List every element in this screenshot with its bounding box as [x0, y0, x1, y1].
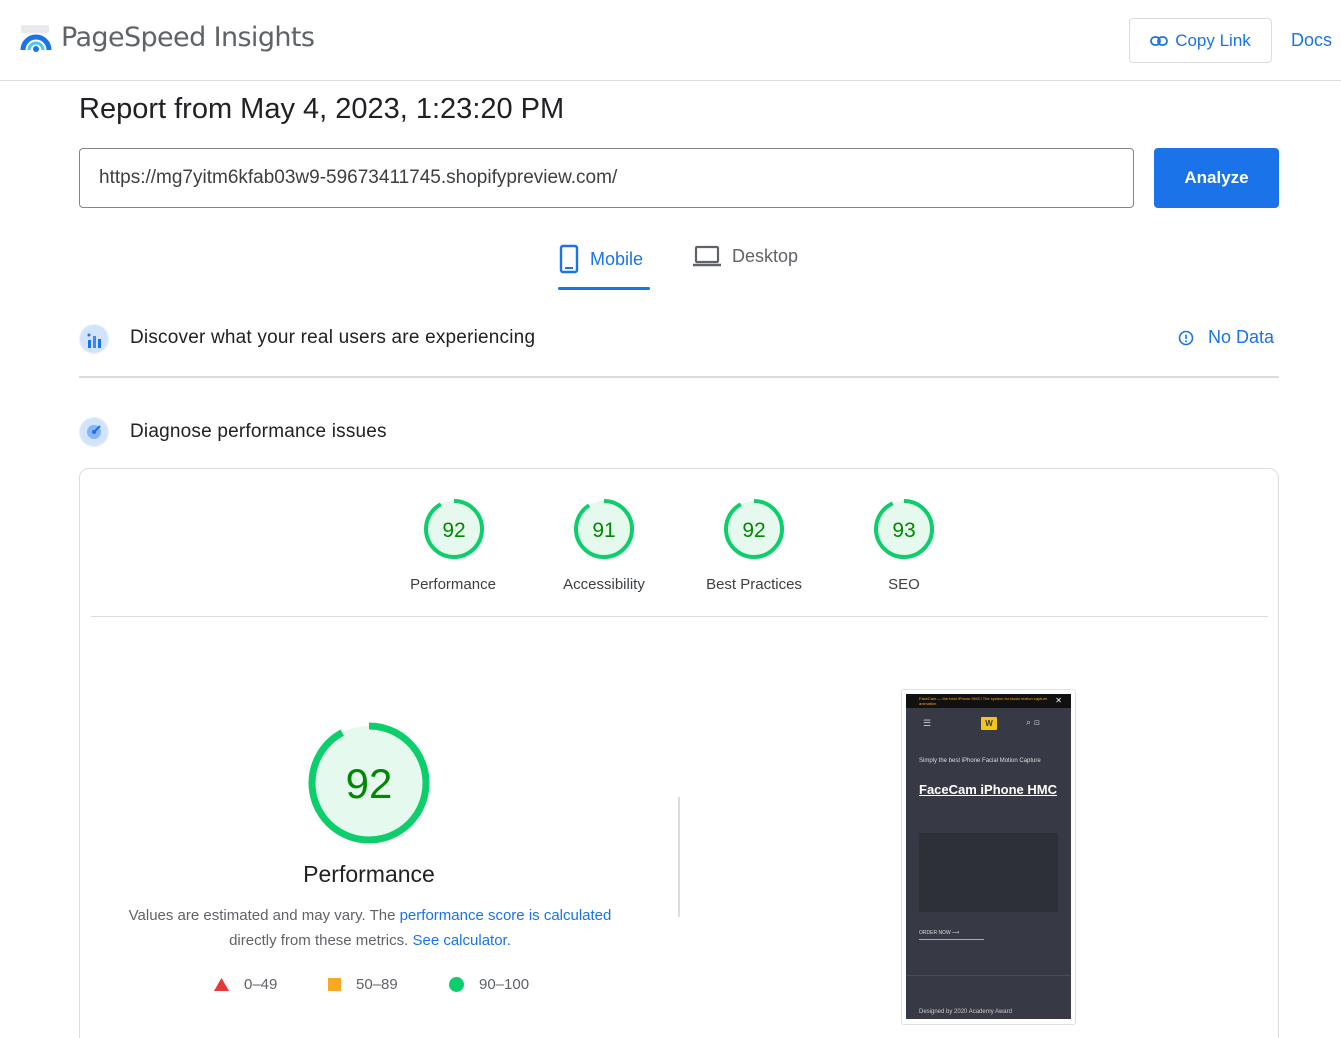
desc-middle: directly from these metrics.	[229, 932, 413, 949]
seo-score-label: SEO	[888, 576, 920, 593]
legend-average-range: 50–89	[356, 976, 398, 993]
field-data-title: Discover what your real users are experi…	[130, 327, 536, 348]
card-divider	[91, 616, 1268, 617]
score-description: Values are estimated and may vary. The p…	[110, 903, 630, 953]
performance-main-gauge: 92	[308, 722, 430, 844]
best-practices-score-label: Best Practices	[706, 576, 802, 593]
performance-score-gauge[interactable]: 92	[422, 497, 486, 561]
legend-fail-range: 0–49	[244, 976, 278, 993]
hero-heading: FaceCam iPhone HMC	[919, 782, 1057, 797]
no-data-status[interactable]: No Data	[1178, 327, 1274, 348]
tab-mobile-label: Mobile	[590, 248, 644, 269]
url-input[interactable]	[79, 148, 1134, 208]
tab-desktop[interactable]: Desktop	[692, 244, 798, 268]
accessibility-score-gauge[interactable]: 91	[572, 497, 636, 561]
tab-desktop-label: Desktop	[732, 245, 799, 266]
best-practices-score-gauge[interactable]: 92	[722, 497, 786, 561]
best-practices-score-value: 92	[742, 519, 765, 542]
report-title: Report from May 4, 2023, 1:23:20 PM	[79, 93, 565, 125]
page-screenshot: FaceCam — the best iPhone HMC! The syste…	[906, 694, 1071, 1019]
legend-average: 50–89	[327, 976, 398, 993]
laptop-icon	[693, 245, 721, 267]
legend-pass: 90–100	[448, 976, 529, 993]
order-now-link: ORDER NOW ⟶	[919, 930, 984, 940]
hamburger-menu-icon: ☰	[923, 718, 932, 728]
announcement-bar: FaceCam — the best iPhone HMC! The syste…	[906, 694, 1071, 708]
info-icon	[1178, 330, 1194, 345]
circle-icon	[449, 977, 464, 992]
tab-mobile[interactable]: Mobile	[558, 244, 643, 274]
copy-link-button[interactable]: Copy Link	[1129, 18, 1272, 63]
active-tab-indicator	[558, 287, 650, 290]
hero-tagline: Simply the best iPhone Facial Motion Cap…	[919, 758, 1041, 764]
legend-pass-range: 90–100	[479, 976, 530, 993]
square-icon	[328, 978, 341, 991]
app-title: PageSpeed Insights	[61, 22, 315, 53]
search-cart-icons: ⌕⊡	[1026, 717, 1043, 727]
performance-main-label: Performance	[303, 861, 435, 887]
performance-score-calc-link[interactable]: performance score is calculated	[400, 907, 612, 924]
footer-text: Designed by 2020 Academy Award	[919, 1009, 1012, 1015]
analyze-button[interactable]: Analyze	[1154, 148, 1279, 208]
accessibility-score-value: 91	[592, 519, 615, 542]
close-icon: ✕	[1055, 696, 1062, 705]
link-icon	[1150, 35, 1169, 46]
copy-link-label: Copy Link	[1175, 30, 1251, 50]
triangle-icon	[214, 978, 229, 991]
vertical-divider	[678, 797, 680, 917]
site-logo-icon: W	[981, 717, 997, 730]
accessibility-score-label: Accessibility	[563, 576, 645, 593]
section-divider	[79, 376, 1279, 378]
smartphone-icon	[559, 244, 579, 274]
announcement-text: FaceCam — the best iPhone HMC! The syste…	[919, 696, 1048, 706]
order-now-label: ORDER NOW	[919, 930, 951, 936]
speedometer-icon	[79, 417, 109, 447]
top-bar: PageSpeed Insights Copy Link Docs	[0, 0, 1341, 81]
pagespeed-logo-icon[interactable]	[20, 24, 52, 54]
footer-divider	[906, 975, 1071, 976]
docs-link[interactable]: Docs	[1291, 30, 1332, 51]
performance-score-value: 92	[442, 519, 465, 542]
see-calculator-link[interactable]: See calculator.	[412, 932, 510, 949]
seo-score-gauge[interactable]: 93	[872, 497, 936, 561]
users-chart-icon	[79, 324, 109, 354]
performance-score-label: Performance	[410, 576, 496, 593]
desc-prefix: Values are estimated and may vary. The	[128, 907, 400, 924]
diagnose-title: Diagnose performance issues	[130, 421, 387, 442]
no-data-label: No Data	[1208, 327, 1275, 347]
performance-main-value: 92	[346, 760, 393, 807]
seo-score-value: 93	[892, 519, 915, 542]
legend-fail: 0–49	[213, 976, 277, 993]
hero-image	[919, 833, 1058, 912]
